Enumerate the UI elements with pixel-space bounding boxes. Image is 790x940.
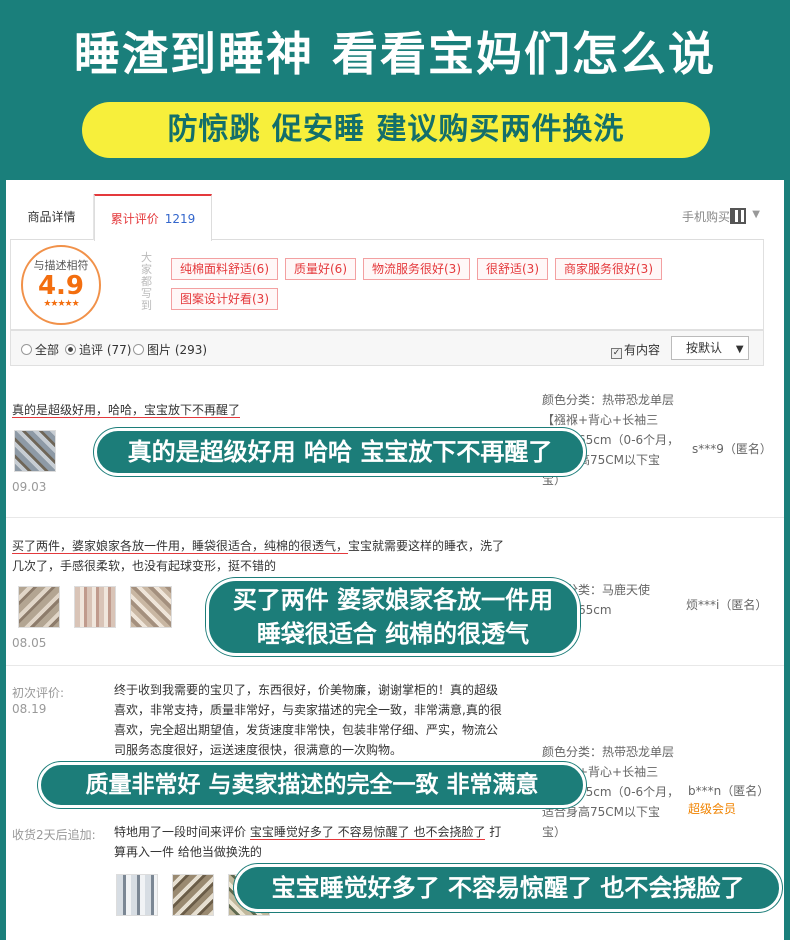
rating-circle: 与描述相符 4.9 ★★★★★ — [21, 245, 101, 325]
followup-text: 特地用了一段时间来评价 宝宝睡觉好多了 不容易惊醒了 也不会挠脸了 打算再入一件… — [114, 822, 524, 862]
review-photo[interactable] — [172, 874, 214, 916]
review-photo[interactable] — [18, 586, 60, 628]
review-date: 08.05 — [12, 636, 47, 650]
callout-2-line: 睡袋很适合 纯棉的很透气 — [256, 620, 530, 648]
sku-line: 颜色分类：热带恐龙单层 — [542, 393, 675, 407]
filter-followup[interactable]: 追评 (77) — [65, 341, 131, 358]
tab-reviews-label: 累计评价 — [110, 212, 159, 226]
tab-product-details[interactable]: 商品详情 — [10, 194, 94, 240]
review-panel: 商品详情 累计评价 1219 手机购买 ▼ 与描述相符 4.9 ★★★★★ 大家都… — [6, 180, 784, 940]
sku-line: 颜色分类：热带恐龙单层 — [542, 745, 675, 759]
followup-text-suffix: 打 — [485, 825, 502, 839]
radio-icon — [133, 344, 144, 355]
followup-text-prefix: 特地用了一段时间来评价 — [114, 825, 250, 839]
review-text-rest: 宝宝就需要这样的睡衣，洗了 — [348, 539, 505, 553]
radio-icon — [21, 344, 32, 355]
sort-select-value: 按默认 — [686, 341, 723, 355]
callout-3: 质量非常好 与卖家描述的完全一致 非常满意 — [38, 762, 586, 808]
review-text-highlight: 买了两件，婆家娘家各放一件用，睡袋很适合，纯棉的很透气， — [12, 539, 349, 554]
followup-text-highlight: 宝宝睡觉好多了 不容易惊醒了 也不会挠脸了 — [249, 825, 486, 840]
filter-followup-label: 追评 (77) — [79, 343, 132, 357]
callout-2: 买了两件 婆家娘家各放一件用 睡袋很适合 纯棉的很透气 — [206, 578, 580, 656]
followup-text-line: 算再入一件 给他当做换洗的 — [114, 845, 262, 859]
review-tag[interactable]: 纯棉面料舒适(6) — [171, 258, 278, 280]
qr-code-icon[interactable] — [730, 208, 746, 224]
filter-all[interactable]: 全部 — [21, 341, 59, 358]
tab-reviews-count: 1219 — [164, 212, 196, 226]
tag-list: 纯棉面料舒适(6) 质量好(6) 物流服务很好(3) 很舒适(3) 商家服务很好(3) 图… — [171, 258, 751, 318]
initial-review-date: 08.19 — [12, 702, 47, 716]
initial-review-label: 初次评价: — [12, 686, 65, 700]
checkbox-checked-icon: ✓ — [611, 348, 622, 359]
chevron-down-icon: ▼ — [735, 344, 744, 355]
rating-stars-icon: ★★★★★ — [43, 299, 79, 309]
has-content-label: 有内容 — [624, 343, 661, 357]
filter-all-label: 全部 — [35, 343, 60, 357]
review-photo[interactable] — [14, 430, 56, 472]
rating-summary: 与描述相符 4.9 ★★★★★ 大家都写到 纯棉面料舒适(6) 质量好(6) 物流服… — [10, 240, 764, 330]
callout-1: 真的是超级好用 哈哈 宝宝放下不再醒了 — [94, 428, 586, 476]
review-text-line: 喜欢，完全超出期望值，发货速度非常快，包装非常仔细、严实，物流公 — [114, 723, 499, 737]
followup-label: 收货2天后追加: — [12, 828, 96, 842]
filter-pictures-label: 图片 (293) — [147, 343, 208, 357]
sku-line: 宝） — [542, 825, 567, 839]
mobile-buy-link[interactable]: 手机购买 — [682, 194, 730, 240]
review-filter-bar: 全部 追评 (77) 图片 (293) ✓ 有内容 按默认 ▼ — [10, 330, 764, 366]
review-username: b***n（匿名） — [688, 784, 770, 798]
review-text-line: 司服务态度很好，运送速度很快，很满意的一次购物。 — [114, 743, 403, 757]
filter-pictures[interactable]: 图片 (293) — [133, 341, 207, 358]
review-photo[interactable] — [74, 586, 116, 628]
radio-checked-icon — [65, 344, 76, 355]
review-tag[interactable]: 商家服务很好(3) — [555, 258, 662, 280]
chevron-down-icon[interactable]: ▼ — [752, 209, 760, 220]
banner-subline: 防惊跳 促安睡 建议购买两件换洗 — [82, 102, 710, 158]
has-content-checkbox[interactable]: ✓ 有内容 — [611, 341, 660, 359]
review-photo[interactable] — [116, 874, 158, 916]
initial-review-text: 终于收到我需要的宝贝了，东西很好，价美物廉，谢谢掌柜的！真的超级 喜欢，非常支持… — [114, 680, 524, 760]
review-text-line: 喜欢，非常支持，质量非常好，与卖家描述的完全一致，非常满意,真的很 — [114, 703, 502, 717]
review-date: 09.03 — [12, 480, 47, 494]
tab-bar: 商品详情 累计评价 1219 手机购买 ▼ — [10, 194, 764, 241]
sku-line: 【襁褓+背心+长袖三 — [542, 413, 659, 427]
callout-2-line: 买了两件 婆家娘家各放一件用 — [232, 586, 554, 614]
review-text: 买了两件，婆家娘家各放一件用，睡袋很适合，纯棉的很透气，宝宝就需要这样的睡衣，洗… — [12, 536, 512, 576]
rating-score: 4.9 — [37, 271, 85, 301]
tab-reviews[interactable]: 累计评价 1219 — [94, 194, 212, 241]
banner-headline: 睡渣到睡神 看看宝妈们怎么说 — [73, 27, 716, 81]
review-username: 烦***i（匿名） — [686, 598, 768, 612]
review-photo[interactable] — [130, 586, 172, 628]
vip-badge: 超级会员 — [688, 802, 737, 816]
review-tag[interactable]: 质量好(6) — [285, 258, 356, 280]
callout-4: 宝宝睡觉好多了 不容易惊醒了 也不会挠脸了 — [234, 864, 782, 912]
review-text: 真的是超级好用，哈哈，宝宝放下不再醒了 — [12, 403, 241, 418]
review-tag[interactable]: 物流服务很好(3) — [363, 258, 470, 280]
review-tag[interactable]: 图案设计好看(3) — [171, 288, 278, 310]
sort-select[interactable]: 按默认 ▼ — [671, 336, 749, 360]
review-username: s***9（匿名） — [692, 442, 772, 456]
review-tag[interactable]: 很舒适(3) — [477, 258, 548, 280]
review-text-line: 终于收到我需要的宝贝了，东西很好，价美物廉，谢谢掌柜的！真的超级 — [114, 683, 499, 697]
tags-side-label: 大家都写到 — [141, 251, 152, 312]
review-text-line: 几次了，手感很柔软，也没有起球变形，挺不错的 — [12, 559, 277, 573]
